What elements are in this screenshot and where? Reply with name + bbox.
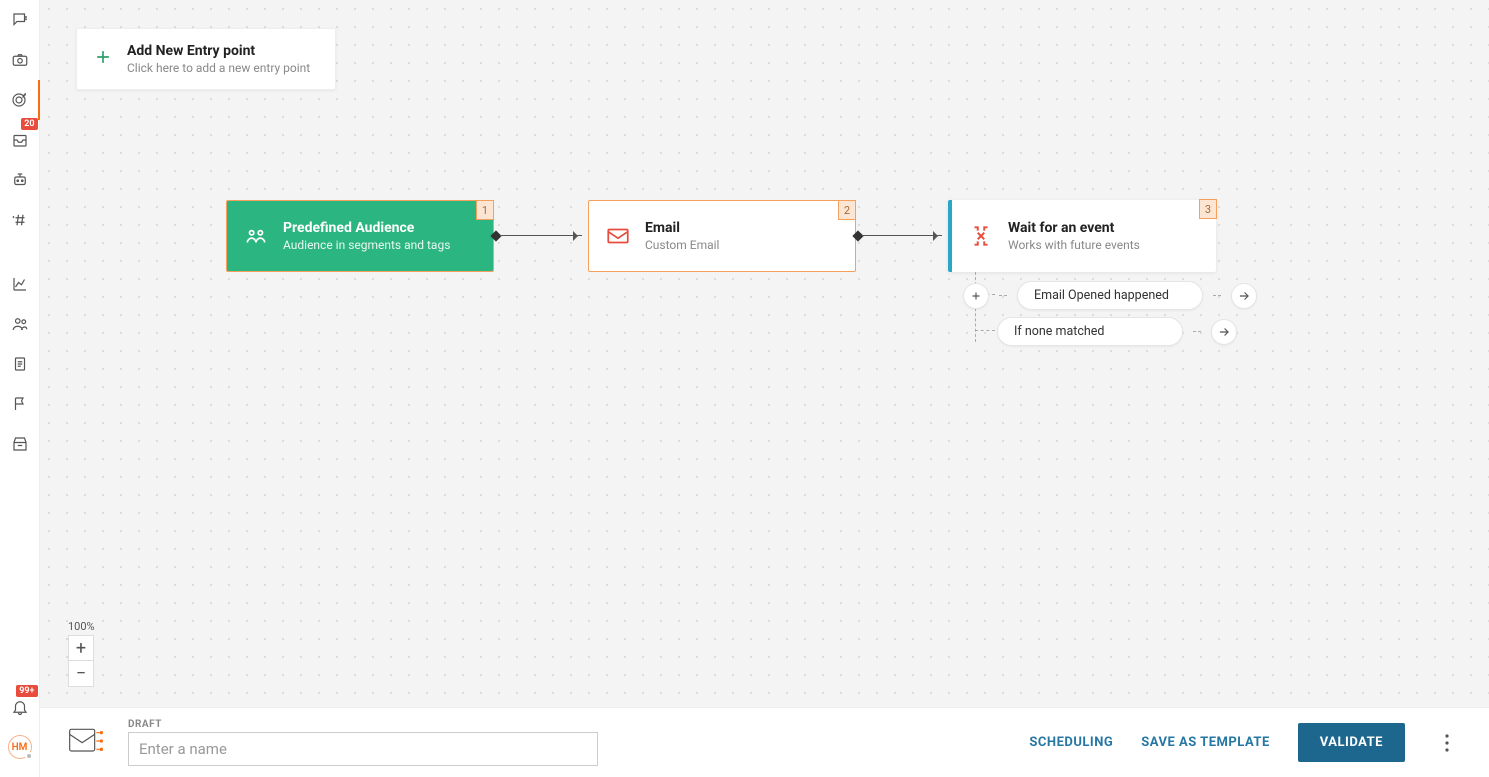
sidebar-item-target[interactable] [0,80,40,120]
avatar-initials: HM [12,742,28,753]
plus-icon [93,47,113,71]
entry-card-subtitle: Click here to add a new entry point [127,61,310,75]
inbox-icon [11,131,29,149]
node-title: Email [645,220,719,236]
zoom-label: 100% [68,618,94,635]
bell-icon [11,698,29,716]
node-index: 1 [476,200,494,220]
avatar: HM [8,735,32,759]
audience-icon [243,223,269,249]
branch-pill-none-matched[interactable]: If none matched [997,317,1183,346]
sidebar-item-chat[interactable] [0,0,40,40]
connector-arrow [500,235,582,237]
flow-name-input[interactable] [128,732,598,766]
sidebar-item-inbox[interactable]: 20 [0,120,40,160]
sidebar-item-hash[interactable] [0,200,40,240]
branch-next-button[interactable] [1231,283,1257,309]
people-icon [11,315,29,333]
node-email[interactable]: 2 Email Custom Email [588,200,856,272]
connector-arrow [862,235,942,237]
node-subtitle: Audience in segments and tags [283,238,450,252]
store-icon [11,435,29,453]
flow-canvas[interactable]: Add New Entry point Click here to add a … [40,0,1489,707]
sidebar-item-camera[interactable] [0,40,40,80]
analytics-icon [11,275,29,293]
chat-icon [11,11,29,29]
node-title: Wait for an event [1008,220,1140,236]
sidebar: 20 [0,0,40,777]
camera-icon [11,51,29,69]
node-wait-for-event[interactable]: 3 Wait for an event Works with future ev… [948,200,1216,272]
document-icon [11,355,29,373]
branch-row-2: If none matched [997,317,1237,346]
branch-horizontal-line [975,330,995,331]
dash-line [1193,331,1201,332]
entry-card-title: Add New Entry point [127,43,310,59]
sidebar-item-notifications[interactable]: 99+ [0,687,40,727]
branch-row-1: Email Opened happened [963,281,1257,310]
bottom-bar: DRAFT SCHEDULING SAVE AS TEMPLATE VALIDA… [40,707,1489,777]
presence-dot [25,752,33,760]
node-predefined-audience[interactable]: 1 Predefined Audience Audience in segmen… [226,200,494,272]
branch-pill-email-opened[interactable]: Email Opened happened [1017,281,1203,310]
zoom-controls: 100% + − [68,618,94,687]
zoom-out-button[interactable]: − [68,661,94,687]
node-subtitle: Custom Email [645,238,719,252]
node-index: 2 [838,200,856,220]
notification-badge: 99+ [16,685,37,697]
hash-icon [11,211,29,229]
sidebar-badge-inbox: 20 [21,118,37,130]
dash-line [1213,295,1221,296]
validate-button[interactable]: VALIDATE [1298,723,1405,762]
target-icon [10,91,28,109]
sidebar-item-store[interactable] [0,424,40,464]
dash-line [999,295,1007,296]
sidebar-item-profile[interactable]: HM [0,727,40,767]
flag-icon [11,395,29,413]
journey-icon [68,724,108,762]
node-title: Predefined Audience [283,220,450,236]
zoom-in-button[interactable]: + [68,635,94,661]
add-branch-button[interactable] [963,283,989,309]
branch-next-button[interactable] [1211,319,1237,345]
sidebar-item-flag[interactable] [0,384,40,424]
status-label: DRAFT [128,719,598,730]
add-entry-point-card[interactable]: Add New Entry point Click here to add a … [76,28,336,90]
more-menu-button[interactable] [1433,729,1461,757]
sidebar-item-bot[interactable] [0,160,40,200]
node-index: 3 [1199,199,1217,219]
scheduling-button[interactable]: SCHEDULING [1029,735,1113,750]
sidebar-item-doc[interactable] [0,344,40,384]
bot-icon [11,171,29,189]
sidebar-item-analytics[interactable] [0,264,40,304]
wait-event-icon [968,223,994,249]
sidebar-item-people[interactable] [0,304,40,344]
email-icon [605,223,631,249]
save-as-template-button[interactable]: SAVE AS TEMPLATE [1141,735,1270,750]
node-subtitle: Works with future events [1008,238,1140,252]
